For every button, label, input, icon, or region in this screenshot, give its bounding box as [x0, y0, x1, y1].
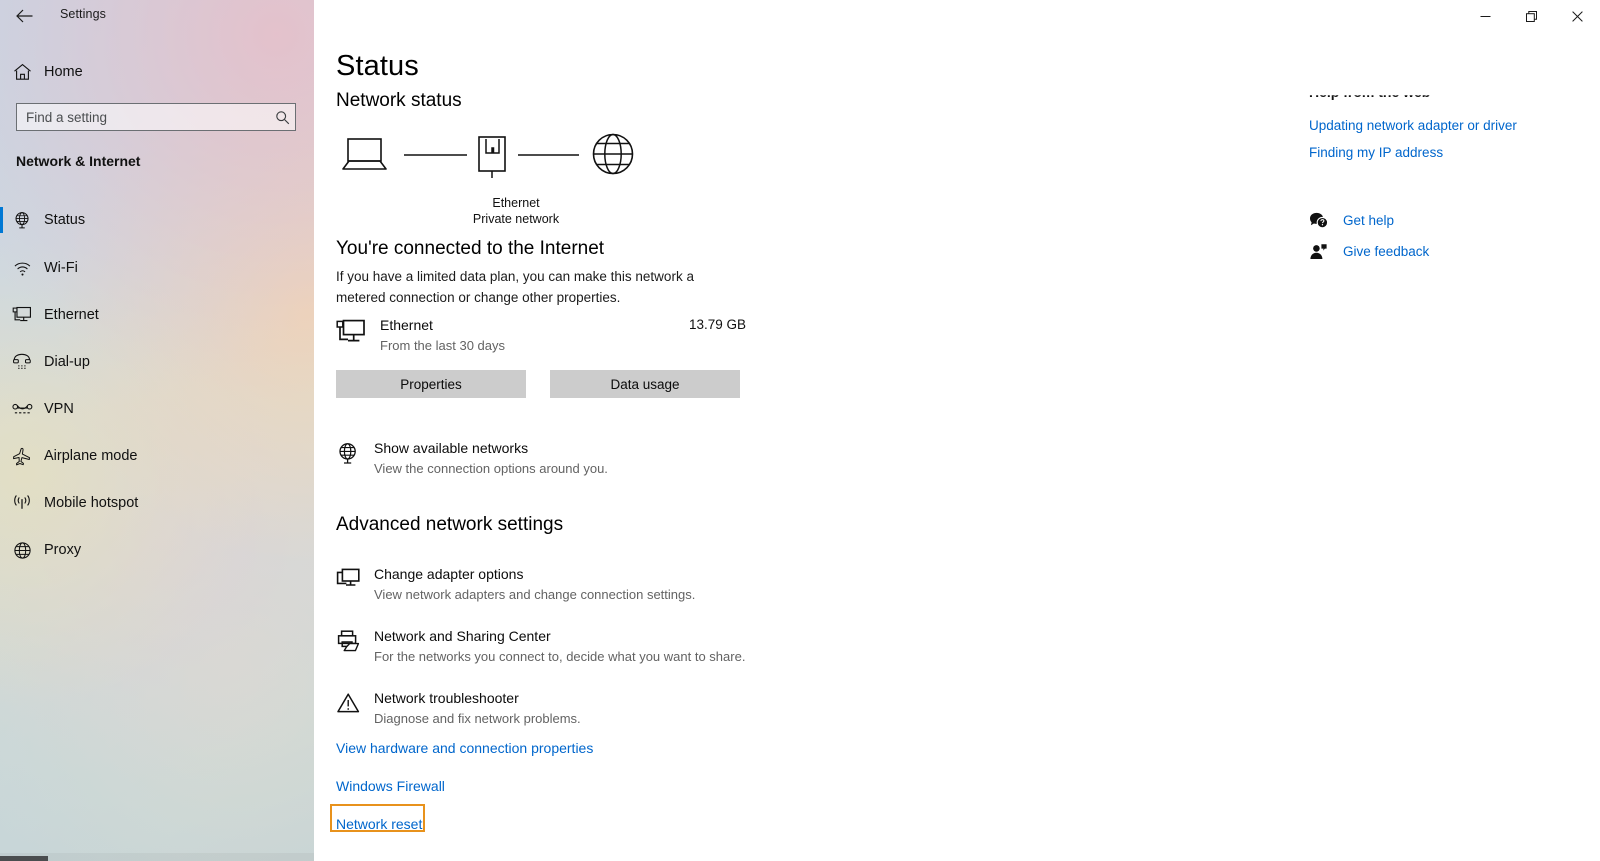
adapter-usage-row: Ethernet From the last 30 days 13.79 GB — [336, 316, 746, 358]
ethernet-port-icon — [478, 136, 506, 178]
sidebar-item-proxy[interactable]: Proxy — [0, 530, 314, 570]
sidebar-item-dial-up[interactable]: Dial-up — [0, 342, 314, 382]
globe-network-icon — [336, 442, 360, 471]
app-title: Settings — [60, 7, 106, 21]
sidebar-item-dial-up-label: Dial-up — [44, 354, 90, 370]
sharing-center-icon — [336, 630, 361, 659]
get-help-icon — [1309, 212, 1343, 229]
back-arrow-icon[interactable] — [10, 3, 38, 29]
hotspot-icon — [0, 494, 44, 512]
get-help-label: Get help — [1343, 212, 1395, 228]
change-adapter-options-subtitle: View network adapters and change connect… — [374, 587, 696, 602]
network-reset-link[interactable]: Network reset — [336, 816, 422, 832]
get-help-action[interactable]: Get help — [1309, 209, 1394, 231]
sidebar-item-mobile-hotspot[interactable]: Mobile hotspot — [0, 483, 314, 523]
adapter-name: Ethernet — [380, 317, 433, 333]
help-from-web-heading: Help from the web — [1309, 84, 1431, 100]
warning-triangle-icon — [336, 692, 361, 720]
selection-indicator — [0, 255, 3, 281]
connected-status-heading: You're connected to the Internet — [336, 238, 605, 259]
sidebar-item-vpn-label: VPN — [44, 401, 74, 417]
sidebar-group-title: Network & Internet — [16, 153, 141, 169]
adapter-subtitle: From the last 30 days — [380, 338, 505, 353]
give-feedback-label: Give feedback — [1343, 243, 1430, 259]
selection-indicator — [0, 302, 3, 328]
sidebar-item-status[interactable]: Status — [0, 200, 314, 240]
dial-up-icon — [0, 353, 44, 371]
network-troubleshooter-subtitle: Diagnose and fix network problems. — [374, 711, 581, 726]
selection-indicator — [0, 490, 3, 516]
sidebar-item-vpn[interactable]: VPN — [0, 389, 314, 429]
home-icon — [0, 63, 44, 81]
show-available-networks-subtitle: View the connection options around you. — [374, 461, 608, 476]
help-link-updating-network-adapter[interactable]: Updating network adapter or driver — [1309, 118, 1517, 133]
settings-window: Settings Home Network & Internet — [0, 0, 1600, 861]
sidebar-scrollbar[interactable] — [0, 853, 314, 861]
adapter-options-icon — [336, 568, 361, 597]
network-troubleshooter-row[interactable]: Network troubleshooter Diagnose and fix … — [336, 690, 956, 734]
network-diagram-label-primary: Ethernet — [492, 196, 540, 210]
section-heading-network-status: Network status — [336, 90, 462, 111]
selection-indicator — [0, 349, 3, 375]
globe-icon — [592, 133, 634, 175]
data-usage-button[interactable]: Data usage — [550, 370, 740, 398]
network-sharing-center-row[interactable]: Network and Sharing Center For the netwo… — [336, 628, 956, 672]
laptop-icon — [342, 138, 387, 170]
network-diagram-graphic — [342, 133, 634, 178]
proxy-globe-icon — [0, 541, 44, 560]
sidebar-item-airplane-mode-label: Airplane mode — [44, 448, 138, 464]
sidebar-item-wifi-label: Wi-Fi — [44, 260, 78, 276]
connected-status-description: If you have a limited data plan, you can… — [336, 269, 694, 305]
search-icon[interactable] — [269, 110, 295, 125]
network-sharing-center-title: Network and Sharing Center — [374, 628, 551, 644]
search-input[interactable] — [17, 109, 269, 125]
sidebar-item-home-label: Home — [44, 64, 83, 80]
sidebar-item-home[interactable]: Home — [0, 58, 314, 86]
selection-indicator — [0, 396, 3, 422]
sidebar-item-wifi[interactable]: Wi-Fi — [0, 248, 314, 288]
wifi-icon — [0, 260, 44, 277]
monitor-network-icon — [336, 319, 366, 350]
page-title: Status — [336, 50, 419, 82]
sidebar-item-airplane-mode[interactable]: Airplane mode — [0, 436, 314, 476]
change-adapter-options-row[interactable]: Change adapter options View network adap… — [336, 566, 956, 610]
change-adapter-options-title: Change adapter options — [374, 566, 524, 582]
selection-indicator — [0, 443, 3, 469]
sidebar-scrollbar-thumb[interactable] — [0, 856, 48, 861]
network-status-icon — [0, 211, 44, 230]
selection-indicator — [0, 207, 3, 233]
sidebar: Settings Home Network & Internet — [0, 0, 314, 861]
airplane-icon — [0, 447, 44, 466]
network-troubleshooter-title: Network troubleshooter — [374, 690, 519, 706]
properties-button[interactable]: Properties — [336, 370, 526, 398]
sidebar-item-ethernet-label: Ethernet — [44, 307, 99, 323]
sidebar-item-ethernet[interactable]: Ethernet — [0, 295, 314, 335]
help-link-finding-my-ip-address[interactable]: Finding my IP address — [1309, 145, 1443, 160]
adapter-data-usage-value: 13.79 GB — [688, 317, 746, 332]
show-available-networks-row[interactable]: Show available networks View the connect… — [336, 440, 936, 484]
title-bar-left: Settings — [0, 0, 314, 32]
sidebar-item-mobile-hotspot-label: Mobile hotspot — [44, 495, 139, 511]
view-hardware-properties-link[interactable]: View hardware and connection properties — [336, 740, 593, 756]
sidebar-item-proxy-label: Proxy — [44, 542, 82, 558]
ethernet-icon — [0, 306, 44, 324]
network-diagram: Ethernet Private network — [336, 132, 656, 227]
section-heading-advanced: Advanced network settings — [336, 514, 564, 535]
selection-indicator — [0, 537, 3, 563]
network-diagram-label-secondary: Private network — [472, 212, 560, 226]
give-feedback-action[interactable]: Give feedback — [1309, 240, 1429, 262]
network-sharing-center-subtitle: For the networks you connect to, decide … — [374, 649, 746, 664]
show-available-networks-title: Show available networks — [374, 440, 529, 456]
main-content: Status Network status Ethernet Private n… — [314, 0, 1600, 861]
search-box[interactable] — [16, 103, 296, 131]
windows-firewall-link[interactable]: Windows Firewall — [336, 778, 445, 794]
sidebar-item-status-label: Status — [44, 212, 86, 228]
give-feedback-icon — [1309, 243, 1343, 260]
right-rail: Help from the web Updating network adapt… — [1309, 0, 1600, 861]
vpn-icon — [0, 402, 44, 416]
